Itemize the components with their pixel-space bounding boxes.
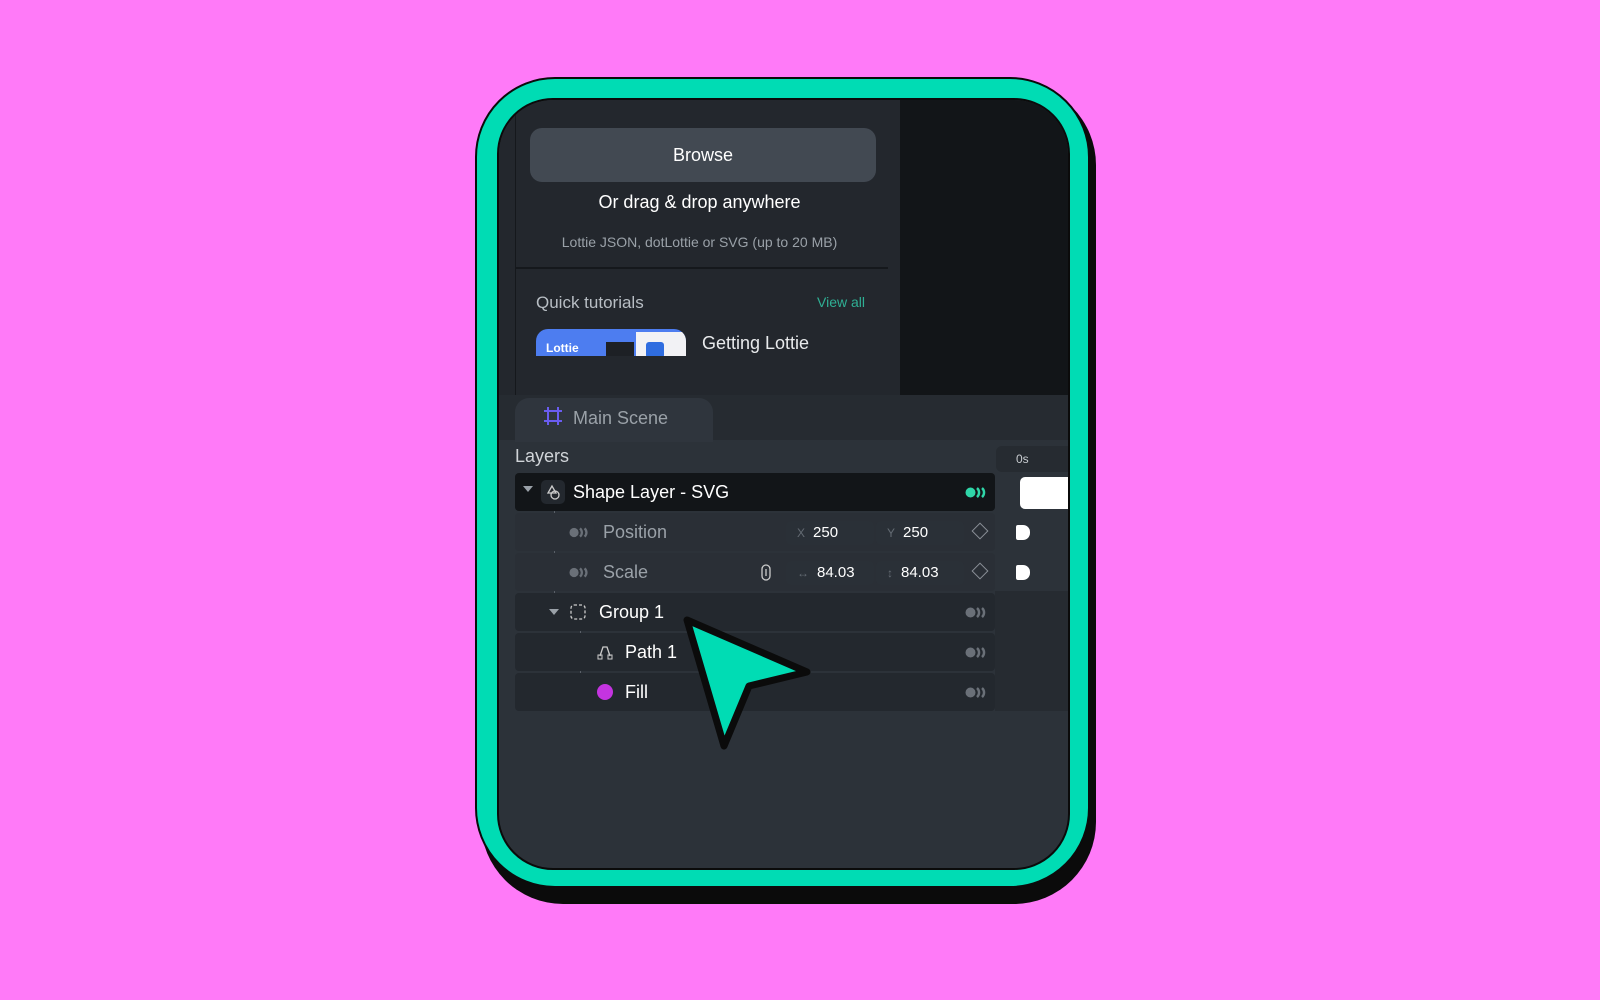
formats-text: Lottie JSON, dotLottie or SVG (up to 20 …: [561, 234, 838, 250]
shapes-icon: [541, 480, 565, 504]
layers-title: Layers: [515, 446, 570, 466]
width-arrows-icon: ↔: [797, 566, 809, 580]
visibility-toggle-icon[interactable]: [965, 687, 989, 698]
scale-width-value: 84.03: [817, 564, 855, 581]
thumbnail-label: Lottie: [546, 341, 579, 355]
position-y-input[interactable]: Y 250: [876, 521, 964, 545]
cursor-arrow-icon: [683, 616, 811, 750]
x-axis-label: X: [797, 526, 806, 540]
scale-height-input[interactable]: ↕ 84.03: [876, 561, 964, 585]
position-x-value: 250: [813, 524, 839, 541]
visibility-toggle-icon[interactable]: [965, 487, 989, 498]
property-label: Position: [603, 522, 668, 542]
scale-height-value: 84.03: [901, 564, 939, 581]
position-y-value: 250: [903, 524, 929, 541]
position-x-input[interactable]: X 250: [786, 521, 874, 545]
property-row-scale[interactable]: Scale ↔ 84.03 ↕ 84.03: [515, 553, 995, 591]
timeline-ruler[interactable]: 0s: [996, 446, 1068, 472]
app-screen: Browse Or drag & drop anywhere Lottie JS…: [497, 98, 1070, 870]
thumbnail-ui: [606, 342, 634, 356]
view-all-link[interactable]: View all: [817, 294, 865, 310]
scale-width-input[interactable]: ↔ 84.03: [786, 561, 874, 585]
layer-name: Shape Layer - SVG: [573, 482, 730, 502]
timeline-track[interactable]: [995, 591, 1068, 711]
path-icon: [597, 646, 613, 660]
tutorial-title[interactable]: Getting Lottie: [702, 333, 809, 354]
divider: [516, 267, 888, 269]
y-axis-label: Y: [887, 526, 896, 540]
height-arrows-icon: ↕: [887, 566, 893, 580]
quick-tutorials-title: Quick tutorials: [536, 293, 644, 312]
add-keyframe-icon[interactable]: [971, 522, 989, 540]
tutorial-thumbnail[interactable]: Lottie: [536, 329, 686, 356]
visibility-toggle-icon[interactable]: [965, 647, 989, 658]
drag-drop-text: Or drag & drop anywhere: [598, 192, 801, 212]
group-icon: [570, 604, 586, 620]
layer-timeline-bar[interactable]: [1020, 477, 1068, 509]
thumbnail-character: [646, 342, 664, 356]
chevron-down-icon[interactable]: [523, 486, 533, 492]
fill-color-swatch[interactable]: [597, 684, 613, 700]
keyframe-marker[interactable]: [1016, 525, 1030, 540]
layer-name: Group 1: [599, 602, 665, 622]
keyframe-marker[interactable]: [1016, 565, 1030, 580]
frame-icon: [544, 407, 562, 425]
layer-name: Fill: [625, 682, 648, 702]
property-row-position[interactable]: Position X 250 Y 250: [515, 513, 995, 551]
chevron-down-icon[interactable]: [549, 609, 559, 615]
layer-row-shape-layer[interactable]: Shape Layer - SVG: [515, 473, 995, 511]
keyframe-toggle-icon[interactable]: [569, 527, 591, 538]
browse-button[interactable]: Browse: [530, 128, 876, 182]
add-keyframe-icon[interactable]: [971, 562, 989, 580]
canvas-area[interactable]: [900, 100, 1068, 395]
layer-name: Path 1: [625, 642, 678, 662]
link-icon[interactable]: [761, 564, 771, 581]
keyframe-toggle-icon[interactable]: [569, 567, 591, 578]
property-label: Scale: [603, 562, 649, 582]
visibility-toggle-icon[interactable]: [965, 607, 989, 618]
